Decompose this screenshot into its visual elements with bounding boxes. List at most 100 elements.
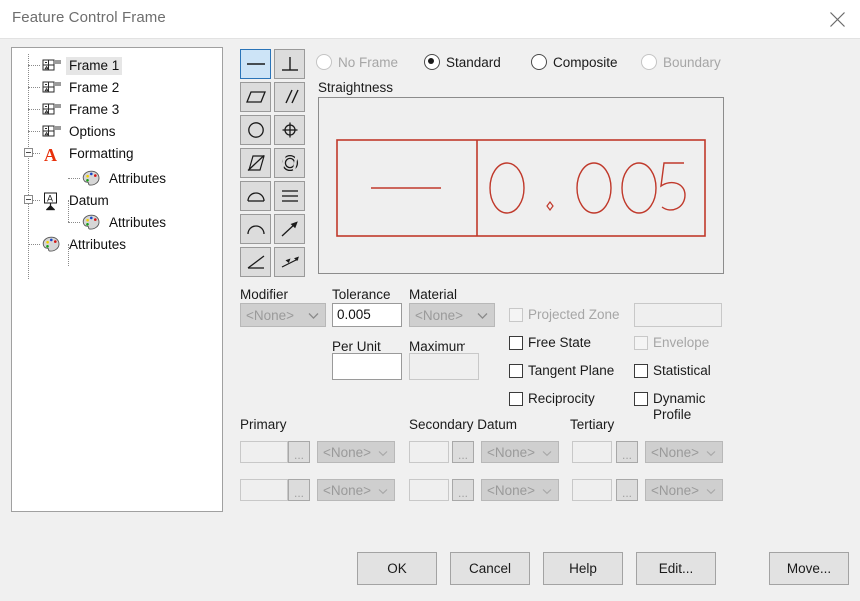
cancel-button[interactable]: Cancel (450, 552, 530, 585)
close-icon[interactable] (814, 0, 860, 38)
primary-datum-modifier-row2[interactable]: <None> (317, 479, 395, 501)
tree-item-attributes-datum[interactable]: Attributes (82, 212, 169, 234)
move-button[interactable]: Move... (769, 552, 849, 585)
chevron-down-icon (706, 445, 716, 460)
cylindricity-symbol[interactable] (274, 148, 305, 178)
straightness-symbol[interactable] (240, 49, 271, 79)
tree-tick-1 (28, 65, 40, 66)
tertiary-datum-modifier-row1[interactable]: <None> (645, 441, 723, 463)
secondary-datum-input-row2[interactable] (409, 479, 449, 501)
checkbox-reciprocity[interactable]: Reciprocity (509, 391, 595, 407)
secondary-datum-modifier-row1[interactable]: <None> (481, 441, 559, 463)
tree-item-formatting[interactable]: A Formatting (42, 143, 137, 165)
secondary-datum-modifier-row2[interactable]: <None> (481, 479, 559, 501)
tree-tick-2 (28, 87, 40, 88)
edit-button[interactable]: Edit... (636, 552, 716, 585)
tree-item-attributes-formatting[interactable]: Attributes (82, 168, 169, 190)
checkbox-envelope[interactable]: Envelope (634, 335, 709, 351)
frame-icon (42, 79, 62, 97)
palette-row (240, 214, 308, 247)
tree-item-label: Attributes (66, 236, 129, 254)
checkbox-free-state[interactable]: Free State (509, 335, 591, 351)
primary-datum-browse-row2[interactable]: ... (288, 479, 310, 501)
tertiary-datum-modifier-row2[interactable]: <None> (645, 479, 723, 501)
circularity-symbol[interactable] (240, 115, 271, 145)
position-symbol[interactable] (274, 115, 305, 145)
tree-item-options[interactable]: Options (42, 121, 119, 143)
tertiary-datum-input-row1[interactable] (572, 441, 612, 463)
total-runout-symbol[interactable] (274, 247, 305, 277)
secondary-datum-browse-row2[interactable]: ... (452, 479, 474, 501)
tertiary-datum-modifier-value: <None> (651, 483, 699, 498)
checkbox-dynamic-profile[interactable]: Dynamic Profile (634, 391, 720, 423)
tertiary-datum-modifier-value: <None> (651, 445, 699, 460)
help-button-label: Help (569, 561, 597, 576)
primary-datum-browse-row1[interactable]: ... (288, 441, 310, 463)
checkbox-tangent-plane[interactable]: Tangent Plane (509, 363, 614, 379)
ellipsis-label: ... (294, 450, 304, 460)
concentricity-symbol[interactable] (240, 247, 271, 277)
checkbox-box (509, 392, 523, 406)
checkbox-label: Free State (528, 335, 591, 351)
checkbox-projected-zone[interactable]: Projected Zone (509, 307, 620, 323)
frame-icon (42, 57, 62, 75)
maximum-input[interactable] (409, 353, 479, 380)
gdt-symbol-palette (240, 49, 308, 280)
tree-item-attributes-root[interactable]: Attributes (42, 234, 129, 256)
per-unit-label: Per Unit (332, 339, 381, 354)
checkbox-label: Projected Zone (528, 307, 620, 323)
modifier-label: Modifier (240, 287, 288, 302)
secondary-datum-modifier-value: <None> (487, 445, 535, 460)
tree-item-frame-1[interactable]: Frame 1 (42, 55, 122, 77)
checkbox-box (634, 364, 648, 378)
chevron-down-icon (378, 445, 388, 460)
primary-datum-input-row2[interactable] (240, 479, 288, 501)
tree-item-label: Options (66, 123, 119, 141)
ellipsis-label: ... (294, 488, 304, 498)
radio-dot (316, 54, 332, 70)
palette-row (240, 82, 308, 115)
tolerance-input[interactable]: 0.005 (332, 303, 402, 327)
material-label: Material (409, 287, 457, 302)
tertiary-datum-browse-row1[interactable]: ... (616, 441, 638, 463)
chevron-down-icon (378, 483, 388, 498)
ok-button[interactable]: OK (357, 552, 437, 585)
tertiary-datum-input-row2[interactable] (572, 479, 612, 501)
radio-boundary[interactable]: Boundary (641, 54, 721, 70)
frame-tree[interactable]: Frame 1 Frame 2 (11, 47, 223, 512)
checkbox-box (634, 392, 648, 406)
help-button[interactable]: Help (543, 552, 623, 585)
per-unit-input[interactable] (332, 353, 402, 380)
tertiary-datum-browse-row2[interactable]: ... (616, 479, 638, 501)
material-select[interactable]: <None> (409, 303, 495, 327)
palette-row (240, 49, 308, 82)
checkbox-statistical[interactable]: Statistical (634, 363, 711, 379)
parallelism-symbol[interactable] (274, 82, 305, 112)
radio-standard[interactable]: Standard (424, 54, 501, 70)
chevron-down-icon (308, 308, 319, 323)
secondary-datum-browse-row1[interactable]: ... (452, 441, 474, 463)
symmetry-symbol[interactable] (274, 181, 305, 211)
radio-no-frame[interactable]: No Frame (316, 54, 398, 70)
ellipsis-label: ... (458, 450, 468, 460)
tree-item-datum[interactable]: A Datum (42, 190, 112, 212)
projected-zone-input[interactable] (634, 303, 722, 327)
radio-label: Standard (446, 55, 501, 70)
circular-runout-symbol[interactable] (274, 214, 305, 244)
perpendicularity-symbol[interactable] (274, 49, 305, 79)
palette-row (240, 181, 308, 214)
primary-datum-input-row1[interactable] (240, 441, 288, 463)
angularity-symbol[interactable] (240, 148, 271, 178)
flatness-symbol[interactable] (240, 82, 271, 112)
radio-composite[interactable]: Composite (531, 54, 618, 70)
tree-expander-datum[interactable] (24, 195, 33, 204)
profile-of-surface-symbol[interactable] (240, 181, 271, 211)
profile-of-line-symbol[interactable] (240, 214, 271, 244)
modifier-select[interactable]: <None> (240, 303, 326, 327)
tree-item-frame-3[interactable]: Frame 3 (42, 99, 122, 121)
tree-item-label: Frame 2 (66, 79, 122, 97)
primary-datum-modifier-row1[interactable]: <None> (317, 441, 395, 463)
secondary-datum-input-row1[interactable] (409, 441, 449, 463)
tree-item-frame-2[interactable]: Frame 2 (42, 77, 122, 99)
tree-expander-formatting[interactable] (24, 148, 33, 157)
